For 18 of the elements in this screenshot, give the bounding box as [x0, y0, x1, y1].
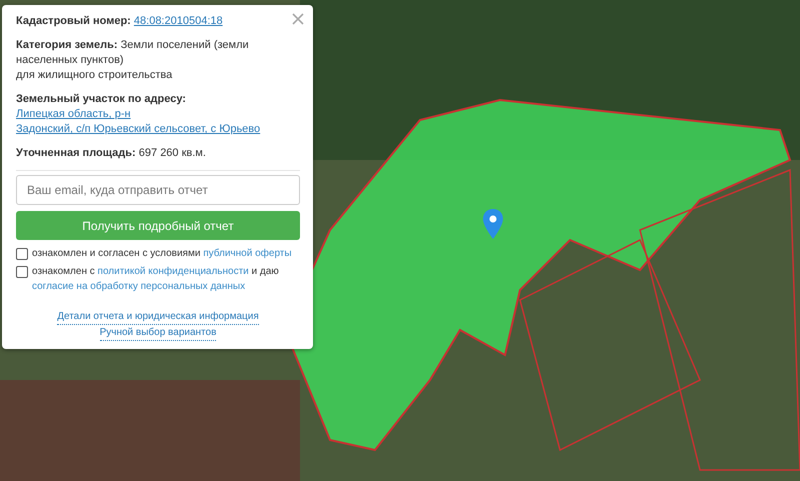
footer-link[interactable]: Детали отчета и юридическая информация [57, 310, 259, 325]
email-field[interactable]: Ваш email, куда отправить отчет [16, 175, 300, 205]
footer-link[interactable]: Ручной выбор вариантов [100, 326, 216, 341]
info-link[interactable]: Задонский, с/п Юрьевский сельсовет, с Юрьево [16, 123, 260, 135]
consent-checkbox[interactable] [16, 266, 28, 278]
consent-link[interactable]: согласие на обработку персональных данных [32, 281, 246, 292]
map-pin-icon[interactable] [483, 209, 503, 239]
info-row-text: Земельный участок по адресу: Липецкая область, р-н Задонский, с/п Юрьевский сельсовет, с Юрьево [16, 92, 262, 137]
info-link[interactable]: Липецкая область, р-н [16, 108, 131, 120]
consent-link[interactable]: публичной оферты [203, 248, 292, 259]
report-button[interactable]: Получить подробный отчет [16, 211, 300, 240]
consent-text: ознакомлен и согласен с условиями публичной оферты [32, 247, 292, 261]
info-row-text: Категория земель: Земли поселений (земли населенных пунктов) для жилищного строительства [16, 38, 250, 83]
consent-checkbox[interactable] [16, 248, 28, 260]
info-link[interactable]: 48:08:2010504:18 [134, 15, 223, 27]
consent-text: ознакомлен с политикой конфиденциальности и даю согласие на обработку персональных данных [32, 265, 280, 294]
consent-link[interactable]: политикой конфиденциальности [98, 266, 249, 277]
info-row-text: Уточненная площадь: 697 260 кв.м. [16, 146, 207, 161]
